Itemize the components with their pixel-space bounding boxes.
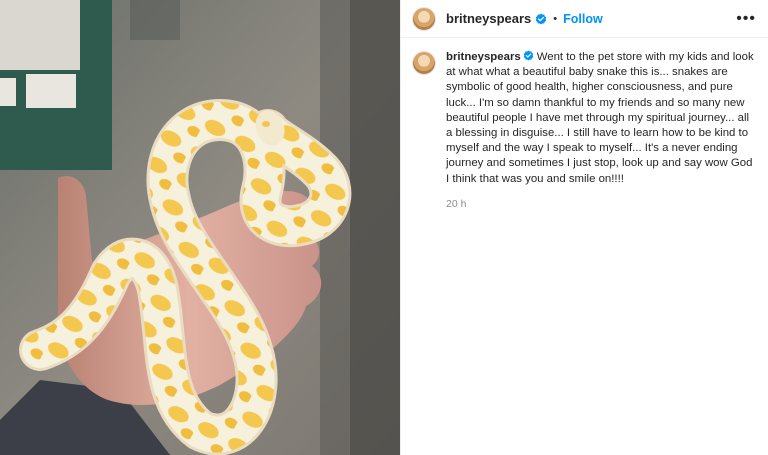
post-header: britneyspears • Follow ••• <box>401 0 768 38</box>
post-sidebar: britneyspears • Follow ••• britneyspears… <box>400 0 768 455</box>
post-timestamp[interactable]: 20 h <box>446 197 756 212</box>
caption-text: Went to the pet store with my kids and l… <box>446 51 754 185</box>
instagram-post: britneyspears • Follow ••• britneyspears… <box>0 0 768 455</box>
verified-badge-icon <box>536 13 547 24</box>
follow-button[interactable]: Follow <box>563 12 603 26</box>
post-caption: britneyspears Went to the pet store with… <box>401 38 768 212</box>
separator-dot: • <box>553 12 558 25</box>
post-photo[interactable] <box>0 0 400 455</box>
caption-username[interactable]: britneyspears <box>446 51 521 63</box>
snake-photo-illustration <box>0 0 400 455</box>
verified-badge-icon <box>523 50 533 61</box>
more-options-icon[interactable]: ••• <box>736 10 756 27</box>
header-username[interactable]: britneyspears <box>446 11 531 26</box>
avatar[interactable] <box>412 6 436 31</box>
caption-avatar[interactable] <box>412 51 436 75</box>
